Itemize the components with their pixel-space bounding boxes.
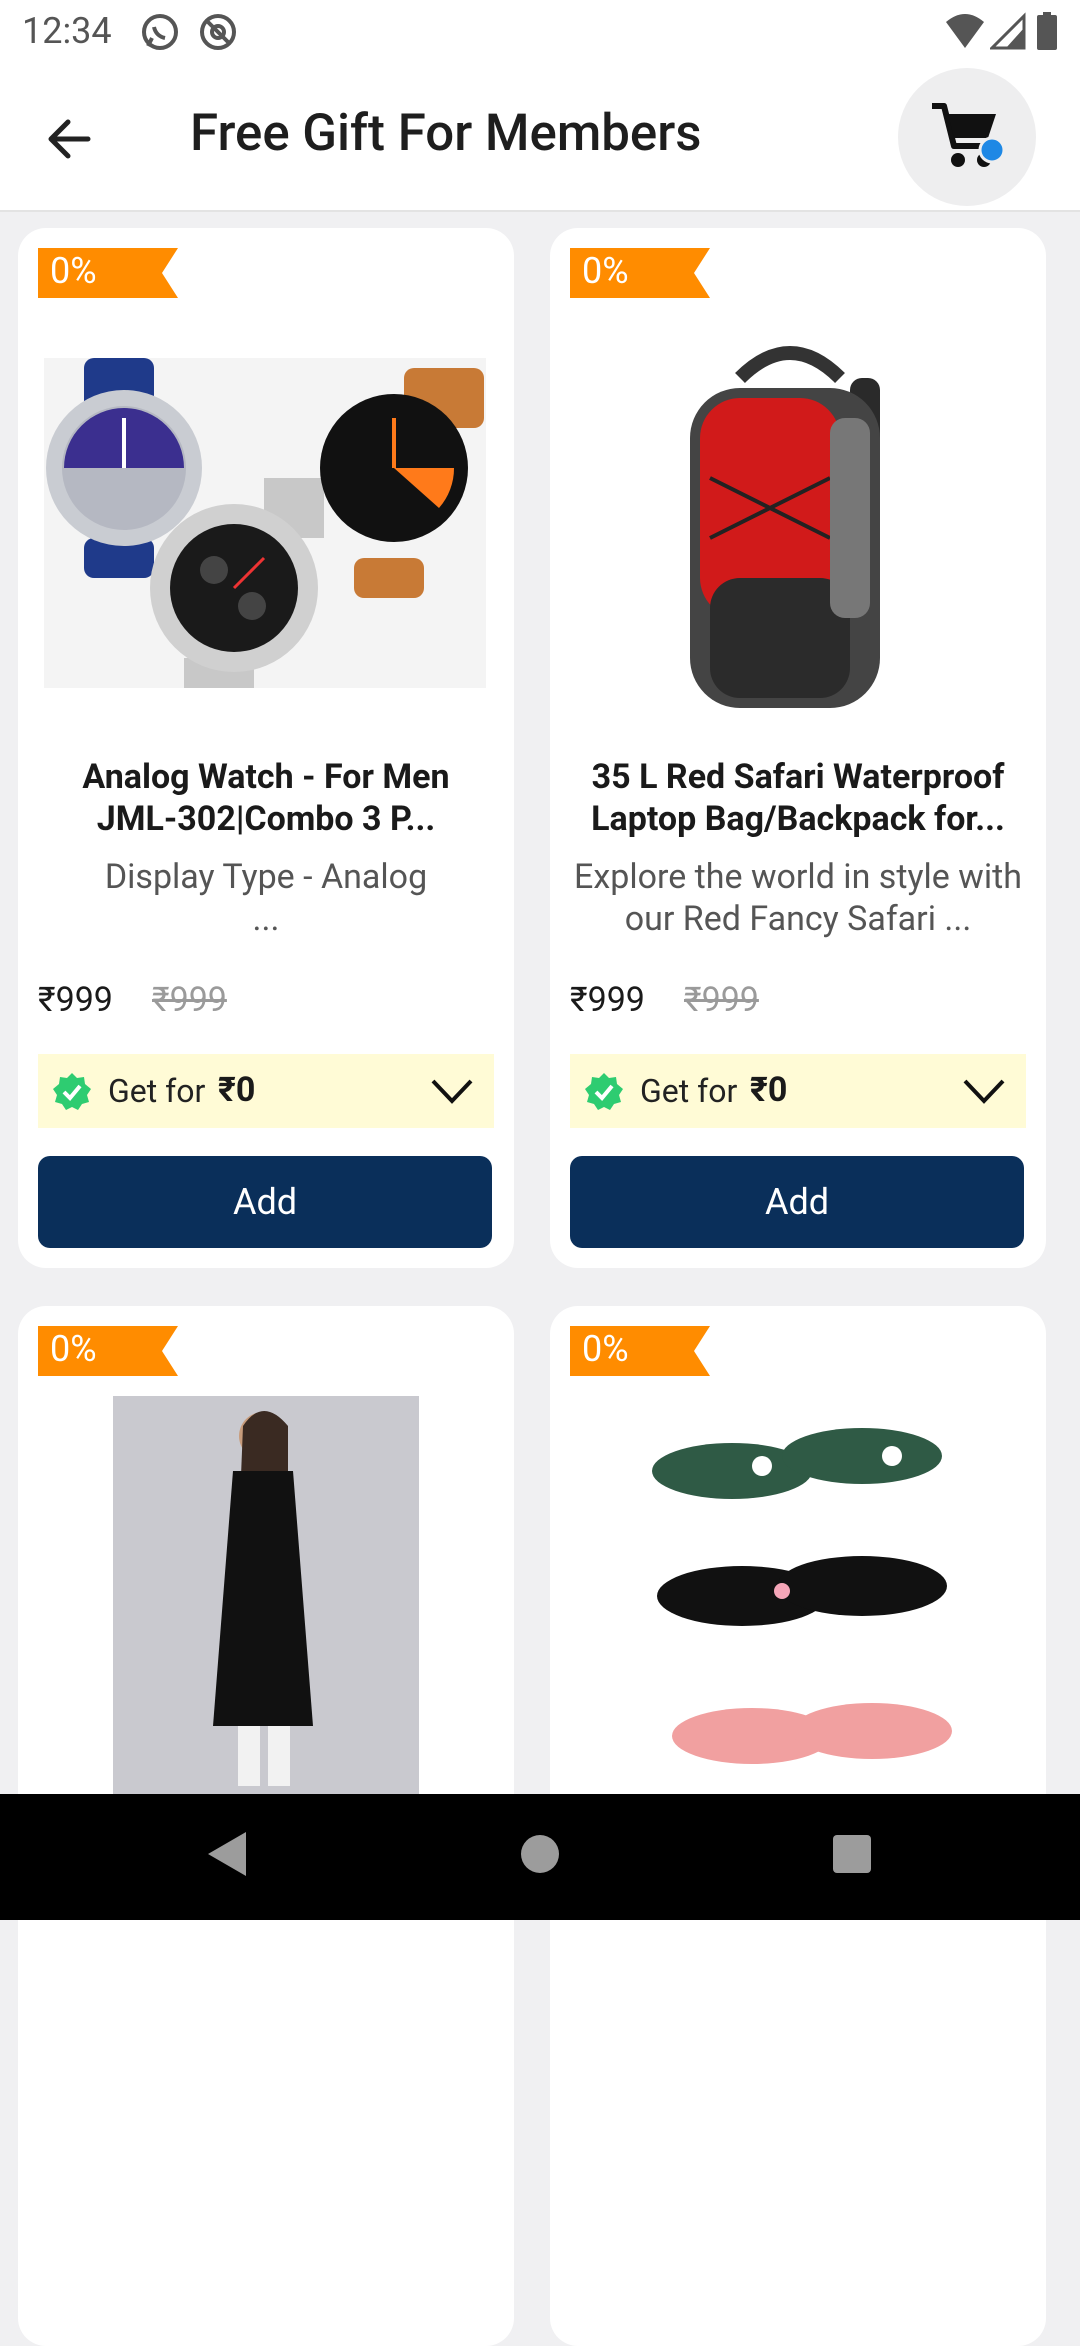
product-image-kurta [113, 1396, 419, 1796]
system-nav-bar [0, 1794, 1080, 1920]
product-image-flip-flops [642, 1396, 958, 1796]
get-for-dropdown[interactable]: Get for ₹0 [38, 1054, 494, 1128]
discount-label: 0% [50, 1328, 97, 1370]
cart-icon [932, 103, 1006, 167]
page-title: Free Gift For Members [190, 104, 702, 163]
whatsapp-icon [142, 14, 178, 50]
nav-back-icon[interactable] [202, 1828, 252, 1880]
add-button[interactable]: Add [570, 1156, 1024, 1248]
product-description: Explore the world in style with our Red … [574, 857, 1022, 939]
product-price: ₹999 [570, 980, 645, 1020]
chevron-down-icon [963, 1079, 1005, 1104]
back-arrow-icon[interactable] [40, 104, 110, 174]
wifi-icon [946, 14, 984, 48]
product-mrp: ₹999 [684, 980, 759, 1020]
get-for-price: ₹0 [218, 1070, 256, 1110]
product-description: Display Type - Analog ... [104, 857, 428, 939]
get-for-label: Get for [640, 1072, 738, 1110]
app-header: Free Gift For Members [0, 64, 1080, 212]
get-for-dropdown[interactable]: Get for ₹0 [570, 1054, 1026, 1128]
cart-button[interactable] [898, 68, 1036, 206]
discount-label: 0% [50, 250, 97, 292]
product-mrp: ₹999 [152, 980, 227, 1020]
get-for-label: Get for [108, 1072, 206, 1110]
product-title: 35 L Red Safari Waterproof Laptop Bag/Ba… [591, 757, 1005, 839]
product-image-backpack [690, 346, 880, 708]
product-card[interactable]: 0% 35 L Red Safari Waterproof Laptop Bag… [550, 228, 1046, 1268]
status-bar: 12:34 [0, 0, 1080, 64]
product-image-watch [44, 358, 486, 688]
battery-icon [1037, 12, 1057, 50]
chevron-down-icon [431, 1079, 473, 1104]
product-title: Analog Watch - For Men JML-302|Combo 3 P… [82, 757, 450, 839]
verified-check-icon [585, 1073, 623, 1110]
get-for-price: ₹0 [750, 1070, 788, 1110]
at-icon [200, 14, 236, 50]
product-card[interactable]: 0% Analog Watch - For Men JML-302|Combo … [18, 228, 514, 1268]
nav-home-icon[interactable] [518, 1832, 562, 1876]
signal-icon [990, 12, 1026, 50]
product-price: ₹999 [38, 980, 113, 1020]
discount-label: 0% [582, 250, 629, 292]
discount-label: 0% [582, 1328, 629, 1370]
verified-check-icon [53, 1073, 91, 1110]
add-button[interactable]: Add [38, 1156, 492, 1248]
cart-badge-dot [978, 136, 1006, 164]
status-time: 12:34 [22, 10, 112, 52]
nav-recents-icon[interactable] [830, 1832, 874, 1876]
